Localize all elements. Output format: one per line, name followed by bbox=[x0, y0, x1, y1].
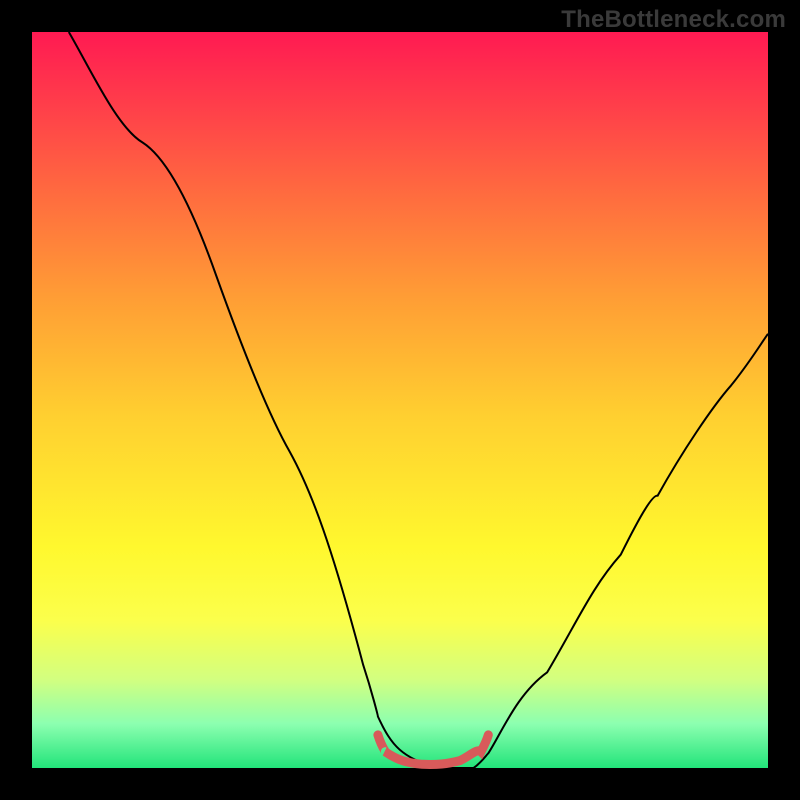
optimal-region-marker bbox=[378, 735, 488, 765]
plot-area bbox=[32, 32, 768, 768]
curve-layer bbox=[32, 32, 768, 768]
watermark-text: TheBottleneck.com bbox=[561, 6, 786, 34]
chart-frame: TheBottleneck.com bbox=[0, 0, 800, 800]
bottleneck-curve bbox=[69, 32, 768, 768]
